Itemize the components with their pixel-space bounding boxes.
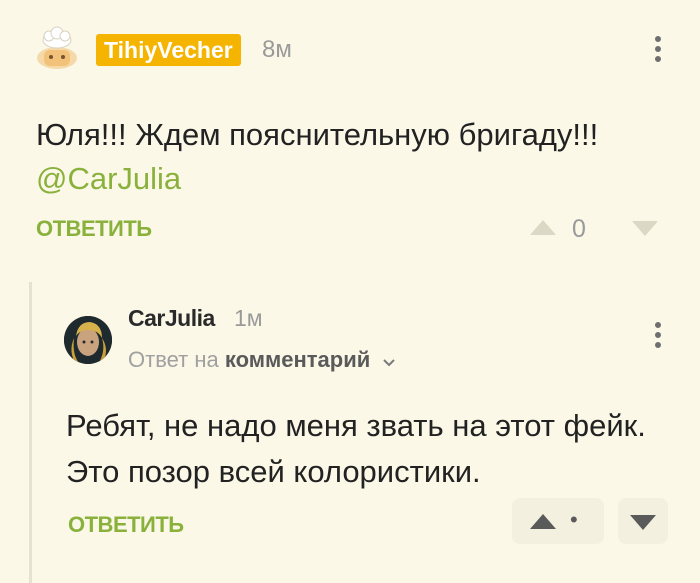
- reply-to-link[interactable]: комментарий: [225, 347, 370, 372]
- chevron-down-icon[interactable]: [382, 346, 396, 376]
- comment-body: Ребят, не надо меня звать на этот фейк. …: [66, 408, 646, 489]
- thread-line: [29, 282, 32, 583]
- reply-button[interactable]: ОТВЕТИТЬ: [68, 510, 184, 540]
- reply-to-prefix: Ответ на: [128, 347, 219, 372]
- vote-dot: •: [570, 507, 578, 532]
- comment-time: 1м: [234, 305, 263, 331]
- username[interactable]: CarJulia: [128, 303, 215, 333]
- reply-button[interactable]: ОТВЕТИТЬ: [36, 214, 152, 244]
- triangle-up-icon[interactable]: [528, 512, 558, 537]
- user-mention-link[interactable]: @CarJulia: [36, 161, 181, 196]
- avatar-carjulia[interactable]: [64, 316, 112, 364]
- comment-text: Юля!!! Ждем пояснительную бригаду!!! @Ca…: [36, 113, 666, 201]
- more-vertical-icon[interactable]: [652, 34, 664, 66]
- vote-count: 0: [572, 215, 586, 243]
- avatar-tihiyvecher[interactable]: [32, 26, 82, 70]
- upvote-box[interactable]: •: [512, 498, 604, 544]
- triangle-down-icon[interactable]: [630, 218, 660, 243]
- reply-to-info[interactable]: Ответ на комментарий: [128, 345, 396, 376]
- more-vertical-icon[interactable]: [652, 320, 664, 352]
- triangle-up-icon[interactable]: [528, 218, 558, 243]
- comment-time: 8м: [262, 36, 292, 63]
- username-badge[interactable]: TihiyVecher: [96, 34, 241, 66]
- downvote-box[interactable]: [618, 498, 668, 544]
- comment-body: Юля!!! Ждем пояснительную бригаду!!!: [36, 117, 599, 152]
- triangle-down-icon[interactable]: [628, 512, 658, 537]
